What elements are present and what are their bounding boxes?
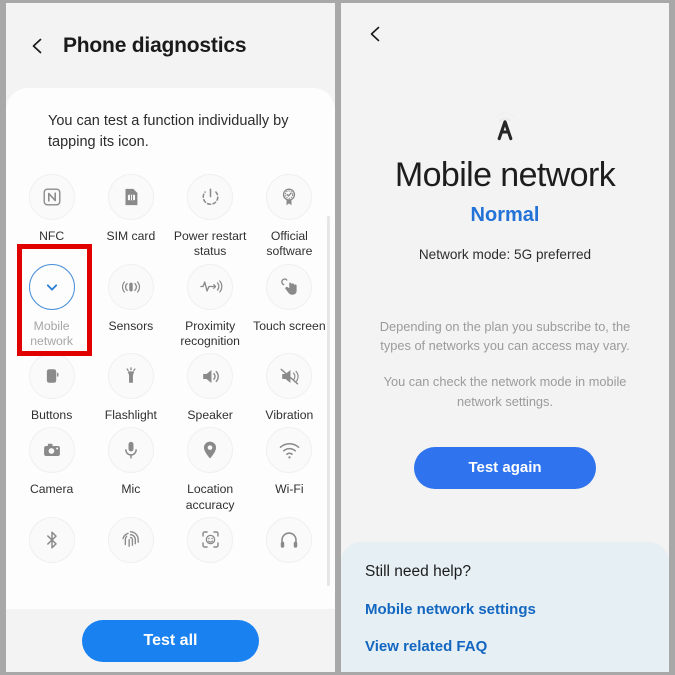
tile-headphones[interactable] bbox=[250, 515, 329, 572]
note-network-mode-settings: You can check the network mode in mobile… bbox=[383, 374, 627, 409]
right-header bbox=[341, 3, 669, 65]
tile-label: Speaker bbox=[187, 408, 233, 423]
test-again-button[interactable]: Test again bbox=[414, 446, 596, 489]
tile-face-recognition[interactable] bbox=[171, 515, 250, 572]
tile-camera[interactable]: Camera bbox=[12, 425, 91, 513]
back-button-result[interactable] bbox=[364, 22, 388, 46]
tile-fingerprint[interactable] bbox=[91, 515, 170, 572]
tile-vibration[interactable]: Vibration bbox=[250, 351, 329, 423]
back-button[interactable] bbox=[26, 34, 50, 58]
diagnostics-card: You can test a function individually by … bbox=[6, 88, 335, 609]
tile-sim-card[interactable]: SIM card bbox=[91, 172, 170, 260]
tile-label: Sensors bbox=[108, 318, 154, 333]
vertical-scrollbar[interactable] bbox=[327, 216, 330, 586]
location-pin-icon bbox=[187, 427, 234, 474]
tile-label: Touch screen bbox=[253, 318, 326, 333]
fingerprint-icon bbox=[107, 516, 154, 563]
tile-official-software[interactable]: Official software bbox=[250, 172, 329, 260]
tile-label: Power restart status bbox=[173, 229, 247, 259]
tile-buttons[interactable]: Buttons bbox=[12, 351, 91, 423]
link-mobile-network-settings[interactable]: Mobile network settings bbox=[365, 601, 645, 618]
tile-label: Official software bbox=[266, 229, 313, 259]
tile-power-restart-status[interactable]: Power restart status bbox=[171, 172, 250, 260]
tile-label: Mic bbox=[121, 482, 141, 497]
tile-speaker[interactable]: Speaker bbox=[171, 351, 250, 423]
mic-icon bbox=[107, 427, 154, 474]
tile-label: Buttons bbox=[30, 408, 73, 423]
tile-label: NFC bbox=[39, 229, 65, 244]
tile-wifi[interactable]: Wi-Fi bbox=[250, 425, 329, 513]
vibration-icon bbox=[266, 353, 313, 400]
cell-tower-icon bbox=[484, 108, 526, 142]
result-body: Mobile network Normal Network mode: 5G p… bbox=[341, 65, 669, 672]
result-hero: Mobile network Normal Network mode: 5G p… bbox=[341, 65, 669, 262]
link-view-related-faq[interactable]: View related FAQ bbox=[365, 638, 645, 655]
tile-label: Camera bbox=[29, 482, 74, 497]
check-circle-icon bbox=[28, 263, 75, 310]
chevron-left-icon bbox=[28, 36, 48, 56]
tile-label: Location accuracy bbox=[185, 482, 235, 512]
tile-label: Vibration bbox=[265, 408, 314, 423]
tile-flashlight[interactable]: Flashlight bbox=[91, 351, 170, 423]
left-header: Phone diagnostics bbox=[6, 3, 335, 88]
help-title: Still need help? bbox=[365, 563, 471, 580]
page-title: Phone diagnostics bbox=[63, 33, 247, 57]
tile-label: Proximity recognition bbox=[180, 318, 240, 348]
official-software-badge-icon bbox=[266, 174, 313, 221]
tile-location-accuracy[interactable]: Location accuracy bbox=[171, 425, 250, 513]
tile-sensors[interactable]: Sensors bbox=[91, 262, 170, 350]
camera-icon bbox=[28, 427, 75, 474]
tile-label: Flashlight bbox=[104, 408, 157, 423]
left-footer: Test all bbox=[6, 609, 335, 672]
nfc-icon bbox=[28, 174, 75, 221]
tile-label: Mobile network bbox=[30, 318, 73, 348]
note-plan-coverage: Depending on the plan you subscribe to, … bbox=[379, 319, 631, 354]
phone-diagnostics-panel: Phone diagnostics You can test a functio… bbox=[6, 3, 335, 672]
speaker-icon bbox=[187, 353, 234, 400]
touch-screen-icon bbox=[266, 263, 313, 310]
status-badge: Normal bbox=[470, 204, 540, 226]
power-restart-icon bbox=[187, 174, 234, 221]
test-all-button[interactable]: Test all bbox=[81, 619, 260, 662]
tile-mic[interactable]: Mic bbox=[91, 425, 170, 513]
buttons-icon bbox=[28, 353, 75, 400]
screenshot-root: Phone diagnostics You can test a functio… bbox=[0, 0, 675, 675]
mobile-network-result-panel: Mobile network Normal Network mode: 5G p… bbox=[341, 3, 669, 672]
tile-label: SIM card bbox=[106, 229, 156, 244]
tile-mobile-network[interactable]: Mobile network bbox=[12, 262, 91, 350]
tile-nfc[interactable]: NFC bbox=[12, 172, 91, 260]
tile-touch-screen[interactable]: Touch screen bbox=[250, 262, 329, 350]
sim-card-icon bbox=[107, 174, 154, 221]
tile-bluetooth[interactable] bbox=[12, 515, 91, 572]
proximity-icon bbox=[187, 263, 234, 310]
result-title: Mobile network bbox=[394, 156, 616, 194]
flashlight-icon bbox=[107, 353, 154, 400]
bluetooth-icon bbox=[28, 516, 75, 563]
face-recognition-icon bbox=[187, 516, 234, 563]
headphones-icon bbox=[266, 516, 313, 563]
network-mode-text: Network mode: 5G preferred bbox=[418, 247, 592, 262]
result-notes: Depending on the plan you subscribe to, … bbox=[341, 317, 669, 411]
instruction-text: You can test a function individually by … bbox=[48, 113, 289, 150]
still-need-help-panel: Still need help? Mobile network settings… bbox=[341, 542, 669, 672]
tile-proximity-recognition[interactable]: Proximity recognition bbox=[171, 262, 250, 350]
tile-label: Wi-Fi bbox=[275, 482, 304, 497]
chevron-left-icon bbox=[366, 24, 386, 44]
wifi-icon bbox=[266, 427, 313, 474]
result-action: Test again bbox=[341, 446, 669, 489]
sensors-icon bbox=[107, 263, 154, 310]
diagnostics-grid: NFC SIM card Power restart status Offici… bbox=[6, 152, 335, 572]
